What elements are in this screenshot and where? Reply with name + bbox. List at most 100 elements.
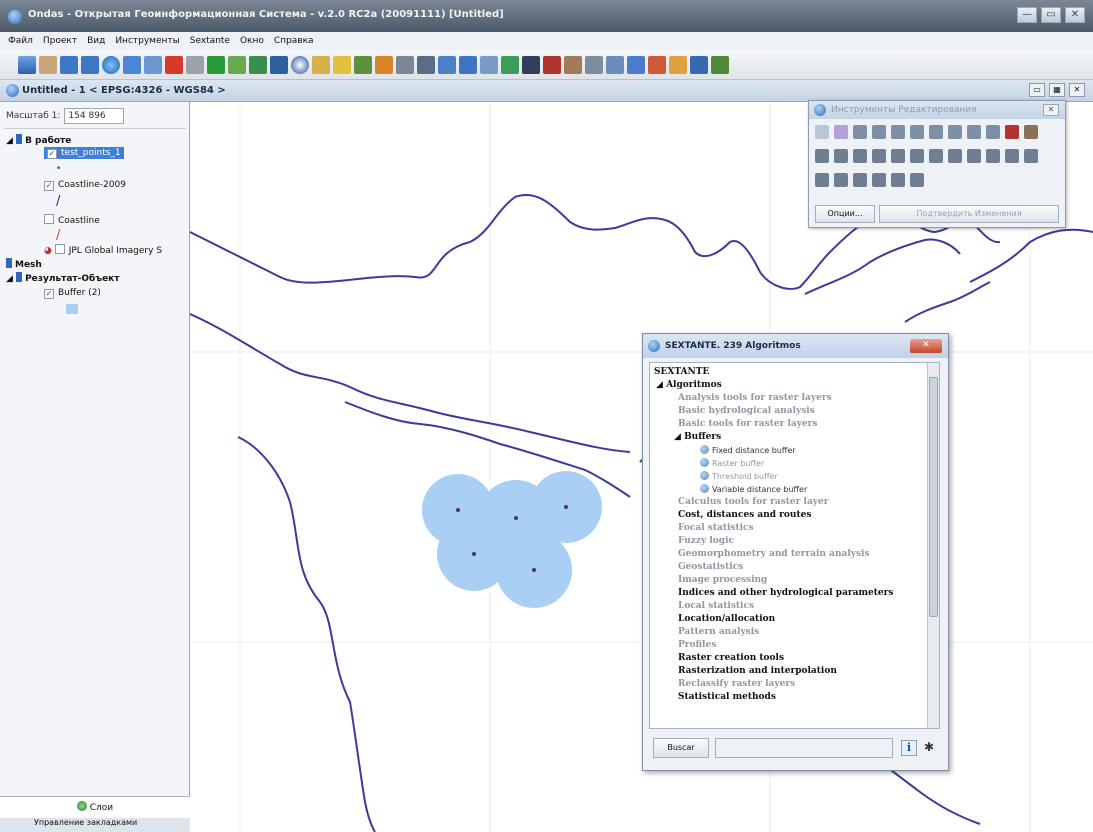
zoom-in-icon[interactable] [123, 56, 141, 74]
forward-arrow-icon[interactable] [81, 56, 99, 74]
edit-complex-select-icon[interactable] [853, 125, 867, 139]
measure-icon[interactable] [186, 56, 204, 74]
layer-checkbox[interactable]: ✓ [47, 149, 57, 159]
menu-file[interactable]: Файл [8, 36, 33, 46]
algorithm-item[interactable]: Threshold buffer [700, 471, 778, 481]
menu-view[interactable]: Вид [87, 36, 105, 46]
camera-icon[interactable] [522, 56, 540, 74]
layer-props-icon[interactable] [228, 56, 246, 74]
edit-pointer-icon[interactable] [891, 125, 905, 139]
edit-matrix-icon[interactable] [910, 173, 924, 187]
sextante-close-button[interactable]: ✕ [910, 339, 942, 353]
category-item[interactable]: Fuzzy logic [678, 536, 734, 546]
algorithm-item[interactable]: Variable distance buffer [700, 484, 807, 494]
edit-tools-close-button[interactable]: ✕ [1043, 104, 1059, 116]
edit-ellipse-icon[interactable] [967, 149, 981, 163]
edit-explode-icon[interactable] [1024, 149, 1038, 163]
tree-scrollbar[interactable] [927, 363, 939, 728]
category-item[interactable]: Focal statistics [678, 523, 754, 533]
draw-line-icon[interactable] [312, 56, 330, 74]
category-item[interactable]: Geomorphometry and terrain analysis [678, 549, 870, 559]
edit-zoom-icon[interactable] [872, 125, 886, 139]
edit-split-icon[interactable] [910, 125, 924, 139]
group-mesh[interactable]: Mesh [6, 258, 42, 270]
expand-icon[interactable]: ◢ [6, 136, 16, 146]
category-item[interactable]: Calculus tools for raster layer [678, 497, 828, 507]
layer-checkbox[interactable]: ✓ [44, 289, 54, 299]
view-tile-button[interactable]: ▦ [1049, 83, 1065, 97]
settings-tool-icon[interactable]: ✱ [921, 740, 937, 756]
edit-point-icon[interactable] [815, 149, 829, 163]
edit-vertex-icon[interactable] [834, 125, 848, 139]
commit-changes-button[interactable]: Подтвердить Изменения [879, 205, 1059, 223]
layer-test-points[interactable]: ✓ test_points_1 [44, 147, 124, 159]
category-item[interactable]: Basic hydrological analysis [678, 406, 815, 416]
add-layer-icon[interactable] [207, 56, 225, 74]
edit-line-icon[interactable] [853, 149, 867, 163]
edit-options-button[interactable]: Опции... [815, 205, 875, 223]
graph-icon[interactable] [501, 56, 519, 74]
map-icon[interactable] [354, 56, 372, 74]
category-item[interactable]: Basic tools for raster layers [678, 419, 817, 429]
grid-icon[interactable] [459, 56, 477, 74]
tool-d-icon[interactable] [690, 56, 708, 74]
pan-tool-icon[interactable] [39, 56, 57, 74]
edit-circle-icon[interactable] [948, 149, 962, 163]
expand-icon[interactable]: ◢ [674, 432, 684, 442]
expand-icon[interactable]: ◢ [6, 274, 16, 284]
tree-root[interactable]: SEXTANTE [654, 367, 709, 377]
menu-project[interactable]: Проект [43, 36, 77, 46]
layer-checkbox[interactable] [54, 244, 65, 254]
zoom-select-icon[interactable] [165, 56, 183, 74]
scale-input[interactable]: 154 896 [64, 108, 125, 124]
category-item[interactable]: Rasterization and interpolation [678, 666, 837, 676]
package-icon[interactable] [375, 56, 393, 74]
layer-coastline-2009[interactable]: ✓ Coastline-2009 [44, 180, 126, 191]
edit-copy-icon[interactable] [929, 125, 943, 139]
edit-undo-icon[interactable] [1005, 125, 1019, 139]
group-result[interactable]: ◢ Результат-Объект [6, 272, 120, 284]
group-in-work[interactable]: ◢ В работе [6, 134, 71, 146]
tool-a-icon[interactable] [627, 56, 645, 74]
minimize-button[interactable]: — [1017, 7, 1037, 23]
tab-bookmarks[interactable]: Управление закладками [0, 818, 190, 832]
info-button-icon[interactable]: i [901, 740, 917, 756]
layer-coastline[interactable]: Coastline [44, 214, 100, 226]
zoom-out-icon[interactable] [144, 56, 162, 74]
edit-move-icon[interactable] [815, 173, 829, 187]
tree-algorithms[interactable]: ◢ Algoritmos [656, 380, 722, 390]
menu-window[interactable]: Окно [240, 36, 264, 46]
edit-spline-icon[interactable] [986, 149, 1000, 163]
algorithm-item[interactable]: Raster buffer [700, 458, 764, 468]
back-arrow-icon[interactable] [60, 56, 78, 74]
buffer-polygons[interactable] [422, 471, 602, 608]
category-item[interactable]: Cost, distances and routes [678, 510, 811, 520]
layer-checkbox[interactable] [44, 214, 54, 224]
maximize-button[interactable]: ▭ [1041, 7, 1061, 23]
tab-layers[interactable]: Слои [0, 796, 190, 818]
edit-paste-icon[interactable] [948, 125, 962, 139]
ruler-icon[interactable] [333, 56, 351, 74]
view-restore-button[interactable]: ▭ [1029, 83, 1045, 97]
category-item[interactable]: Statistical methods [678, 692, 776, 702]
category-item[interactable]: Analysis tools for raster layers [678, 393, 832, 403]
full-extent-icon[interactable] [102, 56, 120, 74]
category-item[interactable]: Location/allocation [678, 614, 775, 624]
print-icon[interactable] [585, 56, 603, 74]
category-item[interactable]: Profiles [678, 640, 716, 650]
edit-select-icon[interactable] [815, 125, 829, 139]
export-icon[interactable] [606, 56, 624, 74]
zoom-tool-icon[interactable] [18, 56, 36, 74]
menu-tools[interactable]: Инструменты [115, 36, 179, 46]
info-icon[interactable] [291, 56, 309, 74]
edit-redo-icon[interactable] [1024, 125, 1038, 139]
tool-b-icon[interactable] [648, 56, 666, 74]
category-item[interactable]: Raster creation tools [678, 653, 784, 663]
redo-icon[interactable] [564, 56, 582, 74]
edit-polygon-icon[interactable] [910, 149, 924, 163]
search-input[interactable] [715, 738, 893, 758]
category-item[interactable]: Local statistics [678, 601, 754, 611]
tool-c-icon[interactable] [669, 56, 687, 74]
undo-icon[interactable] [543, 56, 561, 74]
algorithm-item[interactable]: Fixed distance buffer [700, 445, 796, 455]
